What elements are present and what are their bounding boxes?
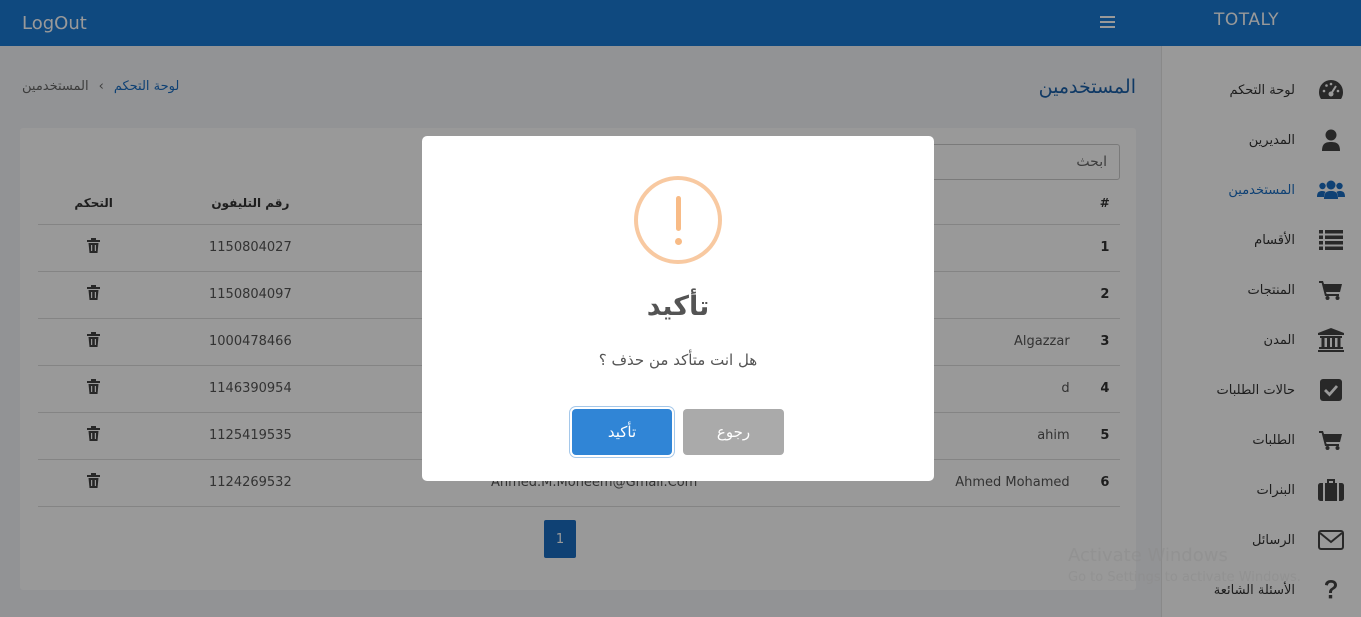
confirm-button[interactable]: تأكيد bbox=[572, 409, 672, 455]
confirm-dialog: تأكيد هل انت متأكد من حذف ؟ تأكيد رجوع bbox=[422, 136, 934, 481]
dialog-message: هل انت متأكد من حذف ؟ bbox=[598, 351, 758, 369]
dialog-title: تأكيد bbox=[646, 291, 710, 322]
cancel-button[interactable]: رجوع bbox=[683, 409, 784, 455]
activation-watermark-text: Go to Settings to activate Windows. bbox=[1068, 570, 1301, 585]
warning-icon bbox=[634, 176, 722, 264]
activation-watermark-title: Activate Windows bbox=[1068, 545, 1228, 566]
